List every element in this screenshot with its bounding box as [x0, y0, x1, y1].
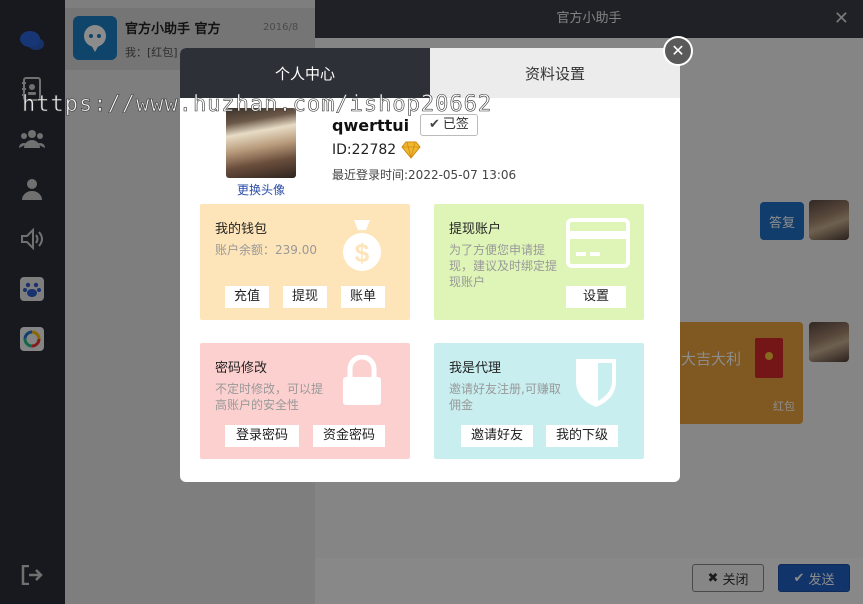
withdraw-account-card: 提现账户 为了方便您申请提现，建议及时绑定提现账户 设置 [434, 204, 644, 320]
lock-icon [343, 355, 381, 405]
wallet-card: 我的钱包 账户余额：239.00 $ 充值 提现 账单 [200, 204, 410, 320]
password-card: 密码修改 不定时修改，可以提高账户的安全性 登录密码 资金密码 [200, 343, 410, 459]
password-desc: 不定时修改，可以提高账户的安全性 [215, 382, 324, 412]
modal-close-icon[interactable]: ✕ [663, 36, 693, 66]
watermark-text: https://www.huzhan.com/ishop20662 [22, 92, 493, 118]
svg-text:$: $ [355, 238, 370, 268]
tab-profile-settings[interactable]: 资料设置 [430, 48, 680, 98]
tab-personal-center[interactable]: 个人中心 [180, 48, 430, 98]
recharge-button[interactable]: 充值 [225, 286, 269, 308]
money-bag-icon: $ [343, 220, 381, 271]
last-login-time: 最近登录时间:2022-05-07 13:06 [332, 168, 517, 182]
signed-in-badge[interactable]: ✔ 已签 [420, 114, 478, 136]
change-avatar-link[interactable]: 更换头像 [226, 181, 296, 198]
shield-icon [576, 359, 616, 407]
bill-button[interactable]: 账单 [341, 286, 385, 308]
vip-diamond-icon [401, 141, 421, 159]
withdraw-account-title: 提现账户 [449, 222, 502, 237]
fund-password-button[interactable]: 资金密码 [313, 425, 385, 447]
signed-label: 已签 [442, 117, 469, 132]
setup-button[interactable]: 设置 [566, 286, 626, 308]
user-id: ID:22782 [332, 141, 422, 159]
agent-desc: 邀请好友注册,可赚取佣金 [449, 382, 561, 412]
agent-title: 我是代理 [449, 361, 502, 376]
invite-friends-button[interactable]: 邀请好友 [461, 425, 533, 447]
user-id-text: ID:22782 [332, 142, 397, 158]
bank-card-icon [566, 218, 630, 268]
password-title: 密码修改 [215, 361, 268, 376]
withdraw-button[interactable]: 提现 [283, 286, 327, 308]
my-subordinates-button[interactable]: 我的下级 [546, 425, 618, 447]
withdraw-account-desc: 为了方便您申请提现，建议及时绑定提现账户 [449, 243, 558, 289]
agent-card: 我是代理 邀请好友注册,可赚取佣金 邀请好友 我的下级 [434, 343, 644, 459]
check-icon: ✔ [429, 117, 440, 132]
wallet-balance: 账户余额：239.00 [215, 243, 317, 257]
login-password-button[interactable]: 登录密码 [225, 425, 299, 447]
username: qwerttui [332, 116, 410, 135]
wallet-title: 我的钱包 [215, 222, 268, 237]
modal-tabs: 个人中心 资料设置 [180, 48, 680, 98]
profile-avatar [226, 108, 296, 178]
